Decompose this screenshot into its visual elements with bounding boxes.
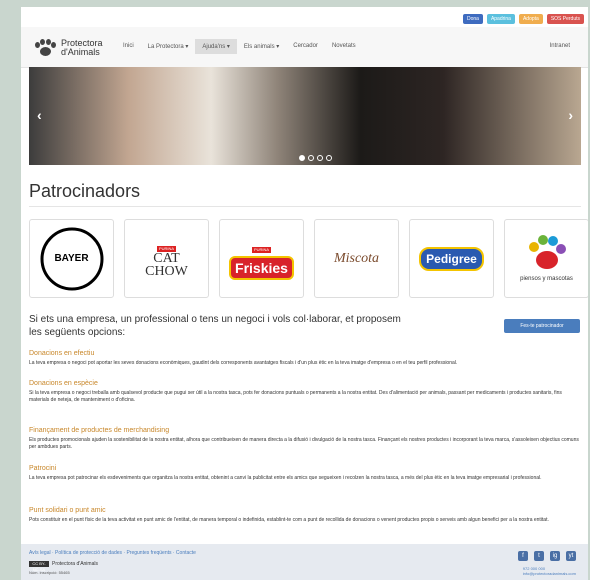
carousel-dot[interactable]: [299, 155, 305, 161]
friskies-text: Friskies: [229, 255, 294, 280]
nav-item[interactable]: Els animals ▾: [237, 39, 286, 54]
divider: [29, 206, 581, 207]
pedigree-text: Pedigree: [419, 246, 484, 271]
carousel-indicators: [299, 155, 332, 161]
option-text: Si la teva empresa o negoci treballa amb…: [29, 390, 562, 403]
footer-brand: CC BY-NC-SA Protectora d'Animals: [29, 561, 98, 572]
sponsor-catchow[interactable]: PURINA CAT CHOW: [124, 219, 209, 298]
purina-badge: PURINA: [251, 246, 272, 253]
hero-carousel: ‹ ›: [29, 67, 581, 165]
option-section: Donacions en espècie Si la teva empresa o…: [29, 380, 581, 404]
option-section: Punt solidari o punt amic Pots constituir…: [29, 507, 581, 524]
carousel-dot[interactable]: [317, 155, 323, 161]
social-icons: f t ig yt: [518, 551, 576, 561]
site-logo[interactable]: Protectora d'Animals: [35, 39, 103, 57]
footer-contact: 972 000 000 info@protectoradanimals.com: [523, 566, 576, 576]
option-text: Pots constituir en el punt físic de la t…: [29, 517, 549, 523]
nav-menu: Inici La Protectora ▾ Ajuda'ns ▾ Els animal…: [116, 39, 363, 54]
registration-number: Núm. inscripció: 55465: [29, 570, 70, 575]
sponsor-bayer[interactable]: BAYER: [29, 219, 114, 298]
option-text: Els productes promocionals ajuden la sos…: [29, 437, 579, 450]
option-title: Finançament de productes de merchandisin…: [29, 427, 170, 434]
paw-icon: [35, 39, 57, 57]
logo-line2: d'Animals: [61, 47, 100, 57]
page-title: Patrocinadors: [29, 181, 141, 201]
nav-item[interactable]: La Protectora ▾: [141, 39, 196, 54]
carousel-dot[interactable]: [308, 155, 314, 161]
youtube-icon[interactable]: yt: [566, 551, 576, 561]
paw-logo-icon: [529, 235, 567, 269]
twitter-icon[interactable]: t: [534, 551, 544, 561]
sponsor-pedigree[interactable]: Pedigree: [409, 219, 494, 298]
main-nav: Protectora d'Animals Inici La Protectora …: [21, 27, 588, 68]
cc-license-badge: CC BY-NC-SA: [29, 561, 49, 572]
footer-links[interactable]: Avís legal · Política de protecció de da…: [29, 550, 196, 556]
instagram-icon[interactable]: ig: [550, 551, 560, 561]
option-title: Donacions en espècie: [29, 380, 98, 387]
sponsor-miscota[interactable]: Miscota: [314, 219, 399, 298]
footer-brand-name: Protectora d'Animals: [52, 561, 98, 567]
sponsor-cta-button[interactable]: Fes-te patrocinador: [504, 319, 580, 333]
sponsor-logos: BAYER PURINA CAT CHOW PURINA Friskies Mi…: [29, 219, 588, 298]
piensos-text: piensos y mascotas: [520, 276, 573, 282]
facebook-icon[interactable]: f: [518, 551, 528, 561]
sponsor-friskies[interactable]: PURINA Friskies: [219, 219, 304, 298]
option-title: Patrocini: [29, 465, 57, 472]
topbar-button-dona[interactable]: Dona: [462, 14, 483, 24]
nav-item[interactable]: Inici: [116, 39, 141, 54]
topbar-button-sos-perduts[interactable]: SOS Perduts: [546, 14, 584, 24]
carousel-prev-icon[interactable]: ‹: [37, 107, 42, 123]
option-text: La teva empresa pot patrocinar els esdev…: [29, 475, 542, 481]
bayer-text: BAYER: [54, 253, 89, 264]
option-text: La teva empresa o negoci pot aportar les…: [29, 360, 458, 366]
option-title: Donacions en efectiu: [29, 350, 95, 357]
sponsor-piensos[interactable]: piensos y mascotas: [504, 219, 588, 298]
nav-item[interactable]: Novetats: [325, 39, 363, 54]
footer-email: info@protectoradanimals.com: [522, 571, 576, 576]
page: Dona Apadrina Adopta SOS Perduts Protectora…: [21, 7, 588, 580]
miscota-text: Miscota: [333, 250, 380, 266]
nav-item[interactable]: Cercador: [286, 39, 325, 54]
option-title: Punt solidari o punt amic: [29, 507, 106, 514]
carousel-next-icon[interactable]: ›: [568, 107, 573, 123]
topbar-button-adopta[interactable]: Adopta: [518, 14, 543, 24]
topbar-button-apadrina[interactable]: Apadrina: [486, 14, 515, 24]
nav-item[interactable]: Ajuda'ns ▾: [195, 39, 237, 54]
footer: Avís legal · Política de protecció de da…: [21, 544, 588, 580]
catchow-line2: CHOW: [145, 264, 188, 279]
option-section: Donacions en efectiu La teva empresa o ne…: [29, 350, 581, 367]
intro-text: Si ets una empresa, un professional o te…: [29, 314, 401, 338]
intranet-link[interactable]: Intranet: [550, 43, 570, 49]
top-action-bar: Dona Apadrina Adopta SOS Perduts: [462, 14, 584, 24]
option-section: Patrocini La teva empresa pot patrocinar …: [29, 465, 581, 482]
carousel-dot[interactable]: [326, 155, 332, 161]
option-section: Finançament de productes de merchandisin…: [29, 427, 581, 451]
